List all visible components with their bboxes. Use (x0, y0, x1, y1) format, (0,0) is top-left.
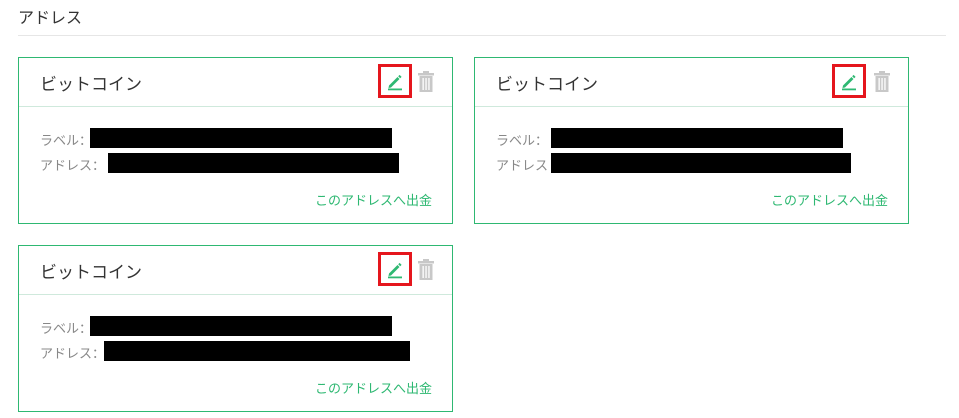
label-value-redacted (551, 128, 843, 148)
trash-icon[interactable] (417, 71, 435, 93)
section-title: アドレス (18, 8, 83, 27)
card-title: ビットコイン (40, 263, 142, 283)
card-header: ビットコイン (19, 58, 452, 107)
address-row: アドレス： (40, 153, 105, 175)
pencil-icon (842, 74, 856, 91)
address-caption: アドレス： (40, 158, 106, 174)
withdraw-link[interactable]: このアドレスへ出金 (771, 190, 888, 209)
card-body: ラベル： アドレス： このアドレスへ出金 (19, 106, 452, 223)
pencil-icon (388, 74, 402, 91)
card-header: ビットコイン (19, 246, 452, 295)
edit-button[interactable] (378, 252, 412, 286)
edit-button[interactable] (832, 64, 866, 98)
address-card: ビットコイン ラベル： アドレス： このアドレスへ出金 (18, 245, 453, 412)
trash-icon[interactable] (873, 71, 891, 93)
card-title: ビットコイン (496, 75, 598, 95)
edit-button[interactable] (378, 64, 412, 98)
address-card: ビットコイン ラベル： アドレス このアドレスへ出金 (474, 57, 909, 224)
trash-icon[interactable] (417, 259, 435, 281)
address-row: アドレス (496, 153, 548, 175)
label-value-redacted (90, 128, 392, 148)
address-value-redacted (551, 153, 851, 173)
label-value-redacted (90, 316, 392, 336)
address-row: アドレス： (40, 341, 105, 363)
card-body: ラベル： アドレス： このアドレスへ出金 (19, 294, 452, 411)
withdraw-link[interactable]: このアドレスへ出金 (315, 190, 432, 209)
withdraw-link[interactable]: このアドレスへ出金 (315, 378, 432, 397)
label-caption: ラベル： (40, 321, 93, 337)
card-title: ビットコイン (40, 75, 142, 95)
pencil-icon (388, 262, 402, 279)
card-header: ビットコイン (475, 58, 908, 107)
address-value-redacted (108, 153, 399, 173)
label-caption: ラベル： (40, 133, 93, 149)
address-value-redacted (104, 341, 410, 361)
section-divider (18, 35, 946, 36)
label-row: ラベル： (496, 128, 548, 150)
card-body: ラベル： アドレス このアドレスへ出金 (475, 106, 908, 223)
address-caption: アドレス： (40, 346, 106, 362)
label-caption: ラベル： (496, 133, 549, 149)
address-caption: アドレス (496, 158, 549, 174)
label-row: ラベル： (40, 128, 92, 150)
label-row: ラベル： (40, 316, 92, 338)
address-card: ビットコイン ラベル： アドレス： このアドレスへ出金 (18, 57, 453, 224)
